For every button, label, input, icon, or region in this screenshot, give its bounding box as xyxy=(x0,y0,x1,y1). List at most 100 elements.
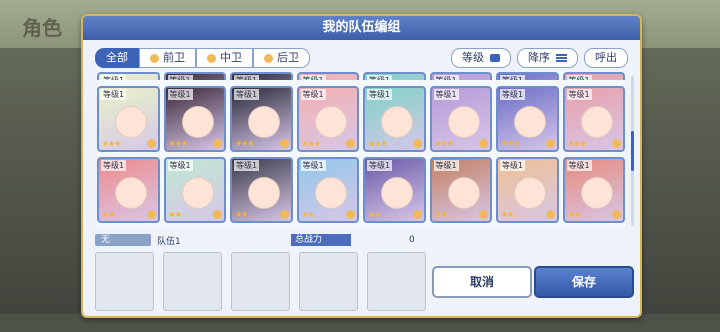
character-card[interactable]: 等级1 ★★★ xyxy=(97,86,160,152)
character-card[interactable]: 等级1 xyxy=(363,72,426,80)
sort-controls: 等级 降序 呼出 xyxy=(451,48,628,68)
position-icon xyxy=(213,139,222,148)
card-level: 等级1 xyxy=(234,160,260,171)
character-card[interactable]: 等级1 ★★ xyxy=(496,157,559,223)
character-card[interactable]: 等级1 ★★★ xyxy=(562,86,625,152)
card-level: 等级1 xyxy=(234,75,260,80)
star-rating: ★★ xyxy=(567,210,581,219)
team-edit-dialog: 我的队伍编组 全部 前卫 中卫 后卫 等级 降序 呼出 等级1等级1等级1等级1… xyxy=(81,14,642,318)
star-rating: ★★★ xyxy=(168,139,188,148)
team-slot[interactable] xyxy=(95,252,154,311)
star-rating: ★★ xyxy=(168,210,182,219)
filter-label: 后卫 xyxy=(277,51,299,64)
character-card[interactable]: 等级1 ★★ xyxy=(429,157,492,223)
level-label: 等级 xyxy=(462,51,484,64)
star-rating: ★★ xyxy=(301,210,315,219)
character-card[interactable]: 等级1 ★★★ xyxy=(163,86,226,152)
position-icon xyxy=(412,210,422,219)
roster-scrollbar[interactable] xyxy=(631,76,634,226)
filter-all[interactable]: 全部 xyxy=(95,48,139,68)
star-rating: ★★★ xyxy=(301,139,321,148)
card-level: 等级1 xyxy=(167,89,193,100)
star-rating: ★★ xyxy=(368,210,381,219)
dialog-title: 我的队伍编组 xyxy=(83,16,640,40)
character-card[interactable]: 等级1 xyxy=(230,72,293,80)
character-roster: 等级1 等级1 等级1 等级1 等级1 等级1 等级1 等级1 等级1 ★★★ 等级1 ★★★ 等级1 ★… xyxy=(97,72,625,228)
cancel-button[interactable]: 取消 xyxy=(432,266,532,298)
call-label: 呼出 xyxy=(595,51,617,64)
character-card[interactable]: 等级1 ★★ xyxy=(296,157,359,223)
star-rating: ★★★ xyxy=(434,139,454,148)
character-portrait xyxy=(514,106,546,138)
position-icon xyxy=(479,139,488,148)
character-card[interactable]: 等级1 ★★★ xyxy=(296,86,359,152)
team-slot[interactable] xyxy=(231,252,290,311)
character-card[interactable]: 等级1 ★★ xyxy=(562,157,625,223)
character-portrait xyxy=(248,177,280,209)
filter-back[interactable]: 后卫 xyxy=(253,48,310,68)
character-card[interactable]: 等级1 ★★ xyxy=(363,157,426,223)
team-slot[interactable] xyxy=(163,252,222,311)
roster-row: 等级1 ★★★ 等级1 ★★★ 等级1 ★★★ 等级1 ★★★ 等级1 ★★★ 等级1 ★★★ 等级1 ★… xyxy=(97,86,625,152)
position-icon xyxy=(545,139,555,148)
call-button[interactable]: 呼出 xyxy=(584,48,628,68)
card-level: 等级1 xyxy=(101,75,127,80)
card-level: 等级1 xyxy=(367,75,393,80)
filter-label: 前卫 xyxy=(163,51,185,64)
card-level: 等级1 xyxy=(500,75,526,80)
character-card[interactable]: 等级1 xyxy=(296,72,359,80)
filter-label: 全部 xyxy=(106,51,128,64)
team-slot[interactable] xyxy=(367,252,426,311)
roster-row: 等级1 ★★ 等级1 ★★ 等级1 ★★ 等级1 ★★ 等级1 ★★ 等级1 ★★ 等级1 ★★ 等级1 ★★ xyxy=(97,157,625,223)
card-level: 等级1 xyxy=(433,75,459,80)
character-card[interactable]: 等级1 ★★ xyxy=(97,157,160,223)
position-icon xyxy=(279,210,289,219)
team-slot[interactable] xyxy=(299,252,358,311)
save-button[interactable]: 保存 xyxy=(534,266,634,298)
background-title: 角色 xyxy=(22,16,62,40)
position-icon xyxy=(213,210,222,219)
card-level: 等级1 xyxy=(566,89,592,100)
character-card[interactable]: 等级1 ★★★ xyxy=(230,86,293,152)
position-filter-tabs: 全部 前卫 中卫 后卫 xyxy=(95,48,310,68)
card-level: 等级1 xyxy=(433,89,459,100)
star-rating: ★★★ xyxy=(567,139,587,148)
filter-front[interactable]: 前卫 xyxy=(139,48,196,68)
character-card[interactable]: 等级1 xyxy=(429,72,492,80)
card-level: 等级1 xyxy=(300,160,326,171)
order-label: 降序 xyxy=(528,51,550,64)
character-card[interactable]: 等级1 ★★★ xyxy=(363,86,426,152)
character-card[interactable]: 等级1 xyxy=(163,72,226,80)
card-level: 等级1 xyxy=(566,160,592,171)
team-tag: 无 xyxy=(95,234,151,246)
position-icon xyxy=(479,210,488,219)
position-icon xyxy=(346,139,355,148)
team-name: 队伍1 xyxy=(157,236,181,247)
character-portrait xyxy=(580,106,613,138)
character-card[interactable]: 等级1 xyxy=(496,72,559,80)
team-info-bar: 无 队伍1 总战力 0 xyxy=(95,234,628,247)
position-icon xyxy=(207,53,216,63)
character-portrait xyxy=(248,106,280,138)
character-card[interactable]: 等级1 xyxy=(562,72,625,80)
position-icon xyxy=(146,210,156,219)
level-sort-button[interactable]: 等级 xyxy=(451,48,511,68)
character-card[interactable]: 等级1 xyxy=(97,72,160,80)
total-power-value: 0 xyxy=(409,235,415,245)
position-icon xyxy=(346,210,355,219)
star-rating: ★★ xyxy=(102,210,115,219)
card-level: 等级1 xyxy=(101,160,127,171)
star-rating: ★★★ xyxy=(368,139,387,148)
card-level: 等级1 xyxy=(433,160,459,171)
filter-middle[interactable]: 中卫 xyxy=(196,48,253,68)
character-portrait xyxy=(115,106,147,138)
character-portrait xyxy=(447,106,480,138)
character-card[interactable]: 等级1 ★★★ xyxy=(496,86,559,152)
character-card[interactable]: 等级1 ★★ xyxy=(230,157,293,223)
character-card[interactable]: 等级1 ★★ xyxy=(163,157,226,223)
filter-label: 中卫 xyxy=(220,51,242,64)
card-level: 等级1 xyxy=(167,75,193,80)
order-button[interactable]: 降序 xyxy=(517,48,578,68)
star-rating: ★★ xyxy=(235,210,248,219)
character-card[interactable]: 等级1 ★★★ xyxy=(429,86,492,152)
